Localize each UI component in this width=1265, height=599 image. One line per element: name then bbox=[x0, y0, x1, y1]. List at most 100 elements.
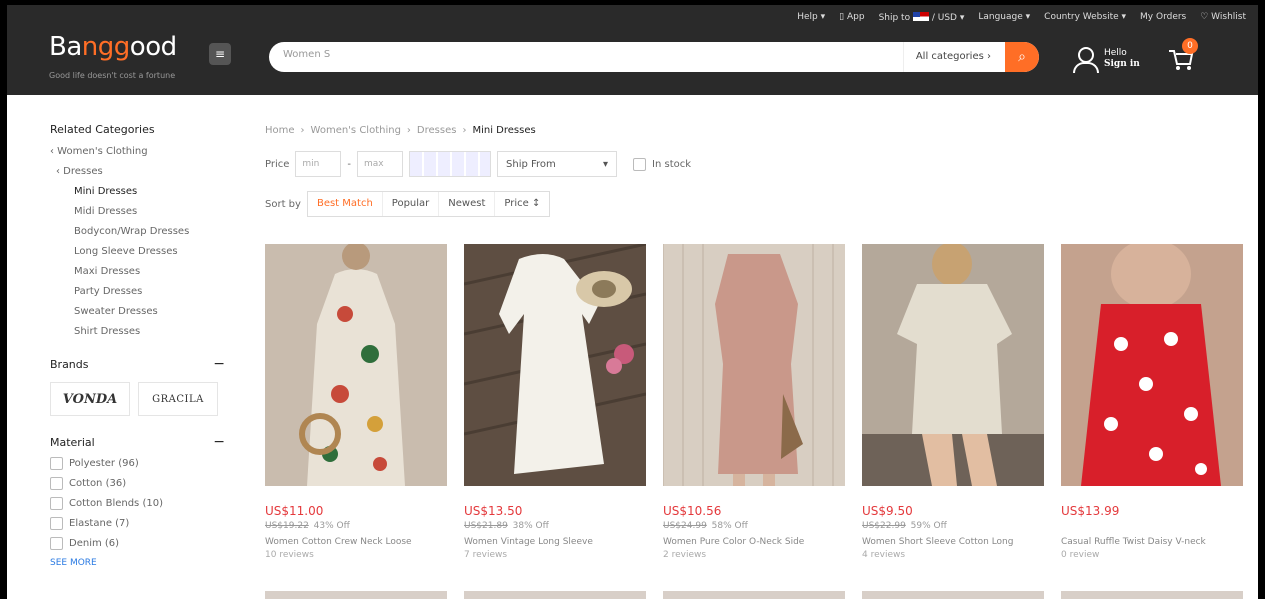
filter-sidebar: Related Categories ‹ Women's Clothing ‹ … bbox=[50, 123, 225, 568]
sort-best-match[interactable]: Best Match bbox=[308, 192, 383, 216]
wishlist-link[interactable]: ♡ Wishlist bbox=[1200, 12, 1246, 23]
see-more-link[interactable]: SEE MORE bbox=[50, 558, 225, 568]
category-select[interactable]: All categories › bbox=[902, 42, 1003, 72]
sort-label: Sort by bbox=[265, 198, 301, 210]
red-daisy-dress-image bbox=[1061, 244, 1243, 486]
category-link-shirt-dresses[interactable]: Shirt Dresses bbox=[50, 322, 225, 342]
product-image[interactable] bbox=[464, 244, 646, 486]
breadcrumb-dresses[interactable]: Dresses bbox=[417, 125, 457, 136]
checkbox[interactable] bbox=[50, 497, 63, 510]
checkbox[interactable] bbox=[50, 537, 63, 550]
ship-from-select[interactable]: Ship From ▾ bbox=[497, 151, 618, 177]
product-title[interactable]: Women Short Sleeve Cotton Long bbox=[862, 537, 1044, 547]
in-stock-checkbox[interactable] bbox=[633, 157, 647, 171]
logo-text-accent: ngg bbox=[81, 32, 131, 62]
material-option[interactable]: Polyester (96) bbox=[50, 457, 225, 470]
product-image-partial[interactable] bbox=[862, 591, 1044, 599]
sort-price[interactable]: Price ↕ bbox=[495, 192, 549, 216]
product-card[interactable]: US$10.56 US$24.99 58% Off Women Pure Col… bbox=[663, 244, 845, 560]
product-card[interactable]: US$13.99 Casual Ruffle Twist Daisy V-nec… bbox=[1061, 244, 1243, 560]
category-link-bodycon-dresses[interactable]: Bodycon/Wrap Dresses bbox=[50, 222, 225, 242]
product-reviews[interactable]: 0 review bbox=[1061, 550, 1243, 560]
product-title[interactable]: Women Vintage Long Sleeve bbox=[464, 537, 646, 547]
checkbox[interactable] bbox=[50, 517, 63, 530]
app-link[interactable]: ▯ App bbox=[839, 12, 864, 23]
product-title[interactable]: Casual Ruffle Twist Daisy V-neck bbox=[1061, 537, 1243, 547]
product-title[interactable]: Women Pure Color O-Neck Side bbox=[663, 537, 845, 547]
product-image[interactable] bbox=[663, 244, 845, 486]
discount-label: 43% Off bbox=[313, 521, 350, 531]
product-reviews[interactable]: 7 reviews bbox=[464, 550, 646, 560]
banggood-logo[interactable]: Banggood bbox=[49, 32, 177, 62]
price-range-histogram[interactable] bbox=[409, 151, 492, 177]
my-orders-link[interactable]: My Orders bbox=[1140, 12, 1186, 23]
category-link-midi-dresses[interactable]: Midi Dresses bbox=[50, 202, 225, 222]
language-menu[interactable]: Language ▾ bbox=[978, 12, 1030, 23]
product-image-partial[interactable] bbox=[1061, 591, 1243, 599]
product-image-partial[interactable] bbox=[265, 591, 447, 599]
account-menu[interactable]: Hello Sign in bbox=[1072, 47, 1140, 73]
product-card[interactable]: US$9.50 US$22.99 59% Off Women Short Sle… bbox=[862, 244, 1044, 560]
checkbox[interactable] bbox=[50, 457, 63, 470]
product-discount: US$22.99 59% Off bbox=[862, 521, 1044, 531]
price-min-input[interactable]: min bbox=[295, 151, 342, 177]
breadcrumb-home[interactable]: Home bbox=[265, 125, 295, 136]
beige-tunic-dress-image bbox=[862, 244, 1044, 486]
price-max-input[interactable]: max bbox=[357, 151, 404, 177]
product-reviews[interactable]: 2 reviews bbox=[663, 550, 845, 560]
sort-bar: Sort by Best Match Popular Newest Price … bbox=[265, 191, 551, 217]
product-image[interactable] bbox=[862, 244, 1044, 486]
country-website-menu[interactable]: Country Website ▾ bbox=[1044, 12, 1126, 23]
us-flag-icon bbox=[912, 12, 929, 21]
product-price: US$9.50 bbox=[862, 504, 913, 518]
collapse-icon[interactable]: − bbox=[213, 356, 225, 372]
breadcrumb-separator: › bbox=[406, 125, 411, 136]
product-image[interactable] bbox=[1061, 244, 1243, 486]
product-reviews[interactable]: 10 reviews bbox=[265, 550, 447, 560]
category-link-long-sleeve-dresses[interactable]: Long Sleeve Dresses bbox=[50, 242, 225, 262]
product-discount: US$21.89 38% Off bbox=[464, 521, 646, 531]
breadcrumb-womens-clothing[interactable]: Women's Clothing bbox=[311, 125, 401, 136]
category-link-sweater-dresses[interactable]: Sweater Dresses bbox=[50, 302, 225, 322]
hello-label: Hello bbox=[1104, 48, 1127, 58]
material-option[interactable]: Elastane (7) bbox=[50, 517, 225, 530]
product-image-partial[interactable] bbox=[663, 591, 845, 599]
product-grid: US$11.00 US$19.22 43% Off Women Cotton C… bbox=[265, 244, 1243, 560]
ship-to-menu[interactable]: Ship to / USD ▾ bbox=[879, 12, 964, 23]
material-option[interactable]: Cotton (36) bbox=[50, 477, 225, 490]
product-title[interactable]: Women Cotton Crew Neck Loose bbox=[265, 537, 447, 547]
tagline: Good life doesn't cost a fortune bbox=[49, 71, 176, 80]
page: Help ▾ ▯ App Ship to / USD ▾ Language ▾ … bbox=[7, 5, 1258, 599]
search-button[interactable]: ⌕ bbox=[1005, 42, 1039, 72]
sort-options: Best Match Popular Newest Price ↕ bbox=[306, 191, 551, 217]
hamburger-menu-icon[interactable]: ≡ bbox=[209, 43, 231, 65]
ship-from-label: Ship From bbox=[506, 158, 556, 170]
sort-popular[interactable]: Popular bbox=[383, 192, 440, 216]
discount-label: 38% Off bbox=[512, 521, 549, 531]
brand-gracila[interactable]: GRACILA bbox=[138, 382, 218, 416]
product-reviews[interactable]: 4 reviews bbox=[862, 550, 1044, 560]
product-card[interactable]: US$13.50 US$21.89 38% Off Women Vintage … bbox=[464, 244, 646, 560]
category-link-dresses[interactable]: ‹ Dresses bbox=[50, 162, 225, 182]
sign-in-link[interactable]: Sign in bbox=[1104, 59, 1140, 69]
material-option[interactable]: Cotton Blends (10) bbox=[50, 497, 225, 510]
sort-newest[interactable]: Newest bbox=[439, 192, 496, 216]
product-image-partial[interactable] bbox=[464, 591, 646, 599]
material-option[interactable]: Denim (6) bbox=[50, 537, 225, 550]
brand-vonda[interactable]: VONDA bbox=[50, 382, 130, 416]
category-link-mini-dresses[interactable]: Mini Dresses bbox=[50, 182, 225, 202]
category-link-party-dresses[interactable]: Party Dresses bbox=[50, 282, 225, 302]
category-link-maxi-dresses[interactable]: Maxi Dresses bbox=[50, 262, 225, 282]
product-price: US$10.56 bbox=[663, 504, 722, 518]
material-section-header[interactable]: Material − bbox=[50, 434, 225, 450]
brands-section-header[interactable]: Brands − bbox=[50, 356, 225, 372]
filter-bar: Price min - max Ship From ▾ In stock bbox=[265, 151, 691, 177]
in-stock-filter[interactable]: In stock bbox=[633, 157, 691, 171]
checkbox[interactable] bbox=[50, 477, 63, 490]
help-menu[interactable]: Help ▾ bbox=[797, 12, 825, 23]
product-card[interactable]: US$11.00 US$19.22 43% Off Women Cotton C… bbox=[265, 244, 447, 560]
collapse-icon[interactable]: − bbox=[213, 434, 225, 450]
category-link-womens-clothing[interactable]: ‹ Women's Clothing bbox=[50, 142, 225, 162]
search-input[interactable] bbox=[283, 49, 883, 60]
product-image[interactable] bbox=[265, 244, 447, 486]
